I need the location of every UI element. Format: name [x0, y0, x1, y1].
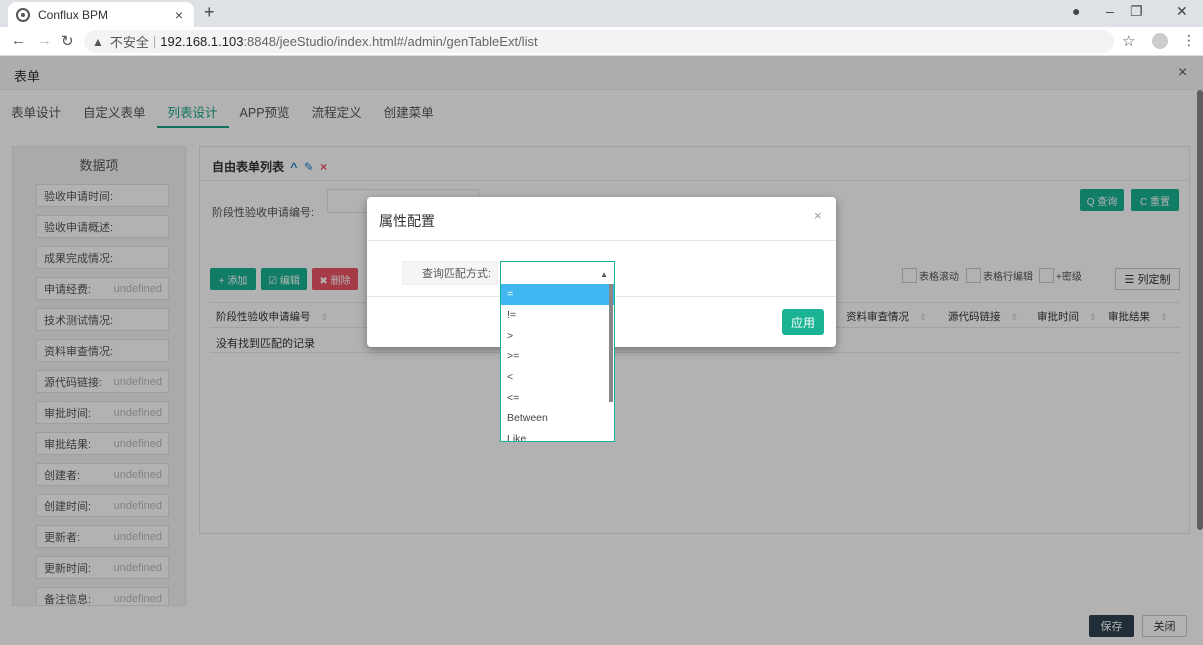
dialog-title: 属性配置: [379, 213, 435, 229]
dropdown-scrollbar[interactable]: [609, 284, 613, 402]
match-mode-select[interactable]: ▲: [500, 261, 615, 285]
restore-icon[interactable]: ❐: [1130, 3, 1143, 20]
menu-kebab-icon[interactable]: ⋮: [1182, 32, 1196, 49]
option-between[interactable]: Between: [501, 408, 614, 429]
window-close-icon[interactable]: ✕: [1176, 3, 1188, 20]
forward-icon[interactable]: →: [37, 32, 52, 49]
option-greater[interactable]: >: [501, 325, 614, 346]
browser-tab[interactable]: Conflux BPM ×: [8, 2, 194, 27]
url-host: 192.168.1.103: [160, 34, 244, 49]
option-not-equal[interactable]: !=: [501, 305, 614, 326]
minimize-icon[interactable]: –: [1106, 3, 1114, 19]
address-bar: ← → ↻ ▲ 不安全 | 192.168.1.103 :8848/jeeStu…: [0, 27, 1203, 56]
dialog-divider: [367, 240, 836, 241]
warning-icon: ▲: [92, 34, 104, 49]
account-circle-icon[interactable]: ●: [1072, 3, 1080, 19]
tab-close-button[interactable]: ×: [172, 7, 186, 23]
url-divider: |: [152, 34, 157, 49]
caret-up-icon: ▲: [600, 270, 608, 279]
match-mode-label: 查询匹配方式:: [402, 261, 498, 285]
option-less[interactable]: <: [501, 367, 614, 388]
option-equal[interactable]: =: [501, 284, 614, 305]
bookmark-star-icon[interactable]: ☆: [1122, 32, 1135, 50]
profile-icon[interactable]: [1152, 33, 1168, 49]
option-greater-equal[interactable]: >=: [501, 346, 614, 367]
tab-title: Conflux BPM: [38, 7, 109, 22]
browser-tabbar: Conflux BPM × + ● – ❐ ✕: [0, 0, 1203, 27]
option-like[interactable]: Like: [501, 429, 614, 441]
back-icon[interactable]: ←: [11, 32, 26, 49]
new-tab-button[interactable]: +: [204, 2, 215, 23]
dialog-close-button[interactable]: ×: [814, 208, 822, 223]
option-less-equal[interactable]: <=: [501, 387, 614, 408]
apply-button[interactable]: 应用: [782, 309, 824, 335]
url-path: :8848/jeeStudio/index.html#/admin/genTab…: [243, 34, 538, 49]
url-field[interactable]: ▲ 不安全 | 192.168.1.103 :8848/jeeStudio/in…: [84, 30, 1114, 53]
match-mode-options: = != > >= < <= Between Like: [500, 284, 615, 442]
reload-icon[interactable]: ↻: [61, 32, 74, 50]
favicon-icon: [16, 7, 30, 22]
insecure-label: 不安全: [109, 35, 149, 50]
